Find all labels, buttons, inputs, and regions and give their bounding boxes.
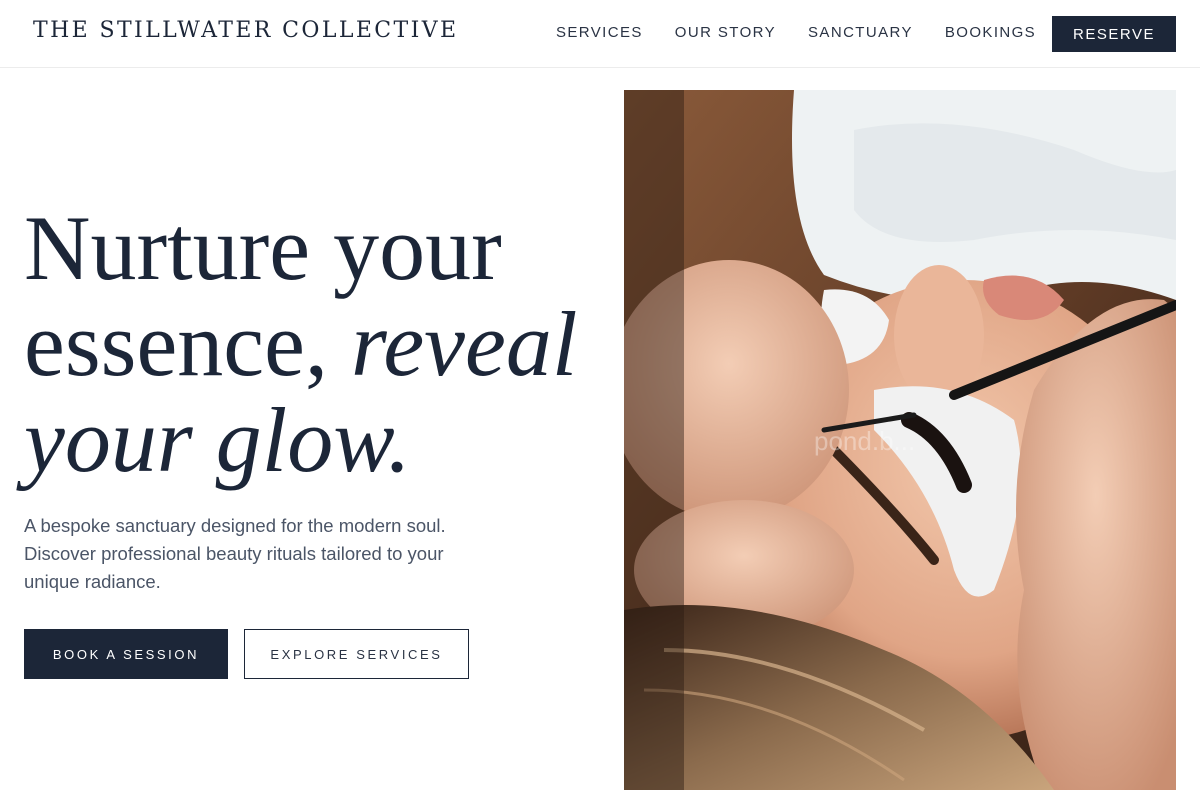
hero-headline: Nurture your essence, reveal your glow.	[24, 200, 604, 488]
site-header: THE STILLWATER COLLECTIVE SERVICES OUR S…	[0, 0, 1200, 68]
nav-link-services[interactable]: SERVICES	[556, 24, 643, 41]
nav-link-our-story[interactable]: OUR STORY	[675, 24, 776, 41]
headline-line-1: Nurture your	[24, 197, 502, 299]
nav-link-sanctuary[interactable]: SANCTUARY	[808, 24, 913, 41]
hero-subcopy: A bespoke sanctuary designed for the mod…	[24, 515, 446, 592]
explore-services-button[interactable]: EXPLORE SERVICES	[244, 629, 469, 679]
headline-line-2: essence,	[24, 293, 328, 395]
book-session-button[interactable]: BOOK A SESSION	[24, 629, 228, 679]
brand-logo[interactable]: THE STILLWATER COLLECTIVE	[33, 18, 458, 43]
headline-line-2-italic: reveal	[350, 293, 578, 395]
headline-line-3: your glow.	[24, 389, 411, 491]
lash-treatment-photo	[624, 90, 1176, 790]
nav-link-bookings[interactable]: BOOKINGS	[945, 24, 1036, 41]
main-nav: SERVICES OUR STORY SANCTUARY BOOKINGS	[556, 24, 1068, 41]
landing-page: THE STILLWATER COLLECTIVE SERVICES OUR S…	[0, 0, 1200, 800]
reserve-button[interactable]: RESERVE	[1052, 16, 1176, 52]
hero-image: pond.b...	[624, 90, 1176, 790]
